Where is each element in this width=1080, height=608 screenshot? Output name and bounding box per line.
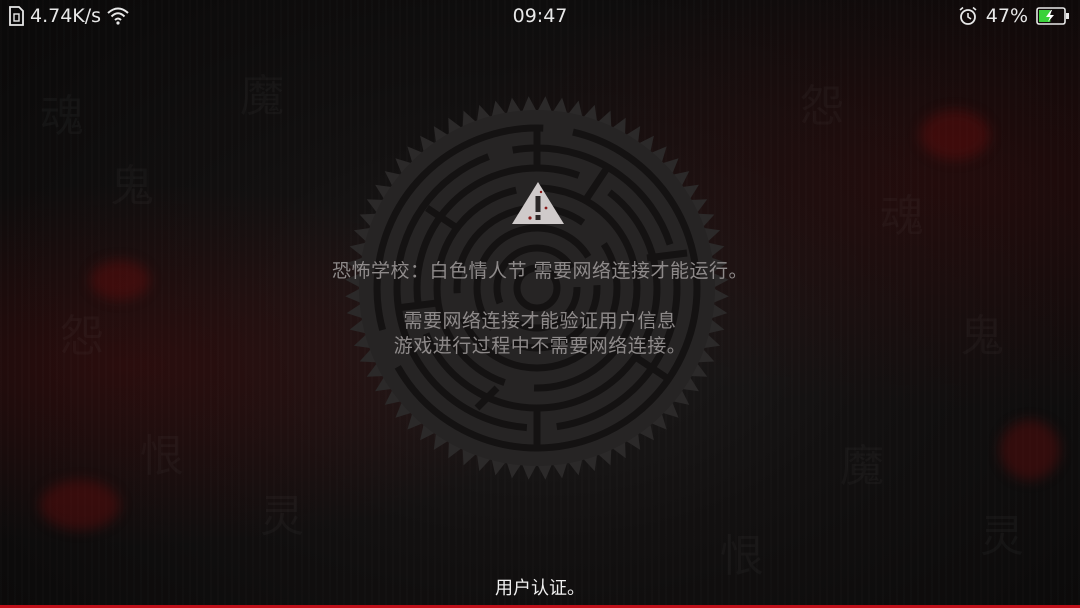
status-bar: 4.74K/s 09:47 47% bbox=[0, 0, 1080, 34]
battery-charging-icon bbox=[1036, 7, 1070, 25]
game-screen: 魂 鬼 怨 恨 魔 灵 怨 魂 鬼 魔 灵 恨 4.74K/s 09:47 47… bbox=[0, 0, 1080, 608]
status-time: 09:47 bbox=[512, 5, 568, 27]
maze-emblem bbox=[345, 96, 729, 480]
dialog-message-line: 游戏进行过程中不需要网络连接。 bbox=[393, 335, 687, 357]
dialog-message-line: 需要网络连接才能验证用户信息 bbox=[403, 310, 677, 332]
alarm-icon bbox=[958, 6, 978, 26]
battery-percent: 47% bbox=[985, 5, 1028, 27]
blood-splatter bbox=[1000, 420, 1060, 480]
blood-splatter bbox=[40, 480, 120, 530]
dialog-title: 恐怖学校：白色情人节 需要网络连接才能运行。 bbox=[331, 260, 749, 282]
status-right: 47% bbox=[958, 5, 1070, 27]
user-auth-label: 用户认证。 bbox=[495, 578, 585, 599]
blood-splatter bbox=[920, 110, 990, 160]
warning-icon bbox=[512, 182, 564, 224]
